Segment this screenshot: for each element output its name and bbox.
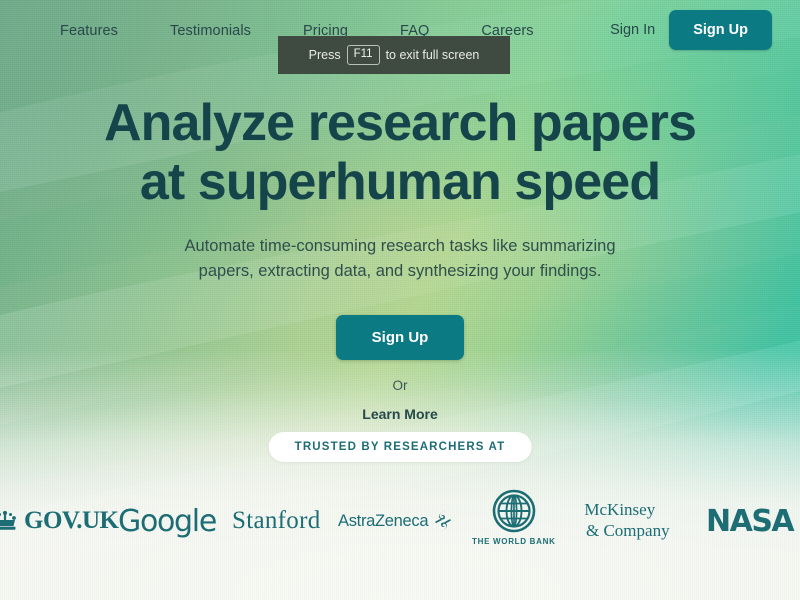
nav-auth-group: Sign In Sign Up — [610, 10, 772, 50]
landing-page: Features Testimonials Pricing FAQ Career… — [0, 0, 800, 600]
nav-link-features[interactable]: Features — [60, 23, 118, 39]
hero-subtitle: Automate time-consuming research tasks l… — [165, 234, 635, 285]
logo-world-bank: THE WORLD BANK — [472, 488, 556, 546]
logo-mckinsey: McKinsey & Company — [570, 500, 670, 541]
logo-google: Google — [118, 503, 217, 539]
astrazeneca-swirl-icon — [435, 511, 451, 531]
logo-govuk: GOV.UK — [0, 507, 119, 535]
learn-more-link[interactable]: Learn More — [362, 406, 437, 422]
cta-or-divider-label: Or — [392, 377, 408, 393]
logo-astrazeneca: AstraZeneca — [338, 510, 453, 532]
hero-subtitle-line-2: papers, extracting data, and synthesizin… — [198, 262, 602, 281]
fullscreen-exit-toast: Press F11 to exit full screen — [278, 36, 510, 74]
trusted-by-badge: TRUSTED BY RESEARCHERS AT — [268, 432, 532, 462]
logo-nasa-text: NASA — [706, 503, 795, 539]
logo-nasa: NASA — [706, 503, 795, 539]
toast-prefix-text: Press — [308, 48, 341, 62]
hero-title-line-2: at superhuman speed — [139, 152, 661, 211]
globe-icon — [492, 489, 536, 533]
hero-subtitle-line-1: Automate time-consuming research tasks l… — [184, 236, 616, 255]
logo-mckinsey-text-line-2: & Company — [586, 521, 670, 540]
logo-mckinsey-text-line-1: McKinsey — [584, 500, 656, 520]
logo-world-bank-text: THE WORLD BANK — [472, 537, 556, 546]
logo-google-text: Google — [118, 503, 217, 539]
crown-icon — [0, 510, 16, 530]
logo-govuk-text: GOV.UK — [24, 507, 119, 534]
nav-sign-up-button[interactable]: Sign Up — [669, 10, 772, 50]
nav-link-testimonials[interactable]: Testimonials — [170, 23, 251, 39]
toast-suffix-text: to exit full screen — [385, 48, 480, 62]
logo-stanford-text: Stanford — [232, 507, 321, 534]
hero-cta-group: Sign Up Or Learn More — [0, 314, 800, 422]
sign-in-link[interactable]: Sign In — [610, 22, 655, 38]
hero-title-line-1: Analyze research papers — [103, 94, 697, 152]
partner-logo-strip: GOV.UK Google Stanford AstraZeneca THE W… — [0, 488, 800, 554]
logo-astrazeneca-text: AstraZeneca — [338, 511, 429, 530]
logo-stanford: Stanford — [232, 507, 321, 535]
toast-key-f11: F11 — [346, 45, 380, 65]
hero-sign-up-button[interactable]: Sign Up — [335, 314, 465, 360]
